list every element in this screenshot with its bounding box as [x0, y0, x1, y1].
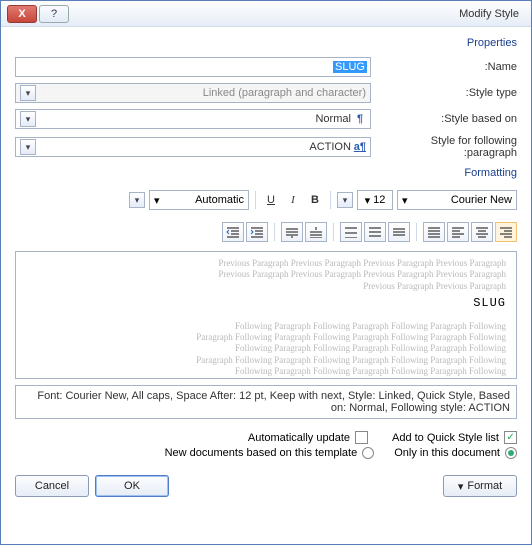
auto-update-checkbox[interactable]	[355, 431, 368, 444]
space-before-dec-button[interactable]	[281, 222, 303, 242]
chevron-down-icon[interactable]: ▾	[402, 194, 408, 207]
title-bar: Modify Style ? X	[1, 1, 531, 27]
preview-pane: Previous Paragraph Previous Paragraph Pr…	[15, 251, 517, 379]
font-size-arrow[interactable]: ▾	[337, 192, 353, 208]
font-toolbar: Courier New ▾ 12▾ ▾ B I U Automatic ▾ ▾	[15, 187, 517, 213]
properties-heading: Properties	[15, 35, 517, 51]
following-label: Style for following paragraph:	[377, 135, 517, 159]
chevron-down-icon[interactable]: ▾	[20, 139, 36, 155]
following-select[interactable]: ¶a ACTION ▾	[15, 137, 371, 157]
auto-update-label: Automatically update	[248, 432, 350, 444]
name-input[interactable]: SLUG	[15, 57, 371, 77]
underline-button[interactable]: U	[262, 190, 280, 210]
chevron-down-icon: ▾	[20, 85, 36, 101]
align-right-button[interactable]	[495, 222, 517, 242]
cancel-button[interactable]: Cancel	[15, 475, 89, 497]
align-center-button[interactable]	[471, 222, 493, 242]
style-type-select: Linked (paragraph and character) ▾	[15, 83, 371, 103]
paragraph-toolbar	[15, 219, 517, 245]
add-quick-style-label: Add to Quick Style list	[392, 432, 499, 444]
formatting-heading: Formatting	[15, 165, 517, 181]
style-description: Font: Courier New, All caps, Space After…	[15, 385, 517, 419]
space-before-inc-button[interactable]	[305, 222, 327, 242]
based-on-label: Style based on:	[377, 113, 517, 125]
chevron-down-icon: ▾	[458, 480, 464, 493]
italic-button[interactable]: I	[284, 190, 302, 210]
paragraph-icon: ¶	[354, 113, 366, 125]
format-button[interactable]: Format ▾	[443, 475, 517, 497]
style-type-label: Style type:	[377, 87, 517, 99]
indent-increase-button[interactable]	[246, 222, 268, 242]
add-quick-style-checkbox[interactable]: ✓	[504, 431, 517, 444]
font-name-select[interactable]: Courier New ▾	[397, 190, 517, 210]
modify-style-dialog: Modify Style ? X Properties Name: SLUG S…	[0, 0, 532, 545]
paragraph-icon: ¶a	[354, 141, 366, 153]
new-docs-label: New documents based on this template	[165, 447, 358, 459]
only-this-doc-label: Only in this document	[394, 447, 500, 459]
font-size-select[interactable]: 12▾	[357, 190, 393, 210]
chevron-down-icon: ▾	[154, 194, 160, 207]
align-justify-button[interactable]	[423, 222, 445, 242]
spacing-15-button[interactable]	[364, 222, 386, 242]
spacing-2-button[interactable]	[340, 222, 362, 242]
ok-button[interactable]: OK	[95, 475, 169, 497]
chevron-down-icon: ▾	[365, 194, 371, 207]
based-on-select[interactable]: ¶ Normal ▾	[15, 109, 371, 129]
indent-decrease-button[interactable]	[222, 222, 244, 242]
bold-button[interactable]: B	[306, 190, 324, 210]
color-arrow[interactable]: ▾	[129, 192, 145, 208]
preview-sample-text: SLUG	[26, 292, 506, 321]
help-button[interactable]: ?	[39, 5, 69, 23]
only-this-doc-radio[interactable]	[505, 447, 517, 459]
name-label: Name:	[377, 61, 517, 73]
new-docs-radio[interactable]	[362, 447, 374, 459]
window-title: Modify Style	[69, 8, 527, 20]
close-button[interactable]: X	[7, 5, 37, 23]
align-left-button[interactable]	[447, 222, 469, 242]
font-color-select[interactable]: Automatic ▾	[149, 190, 249, 210]
chevron-down-icon[interactable]: ▾	[20, 111, 36, 127]
spacing-1-button[interactable]	[388, 222, 410, 242]
